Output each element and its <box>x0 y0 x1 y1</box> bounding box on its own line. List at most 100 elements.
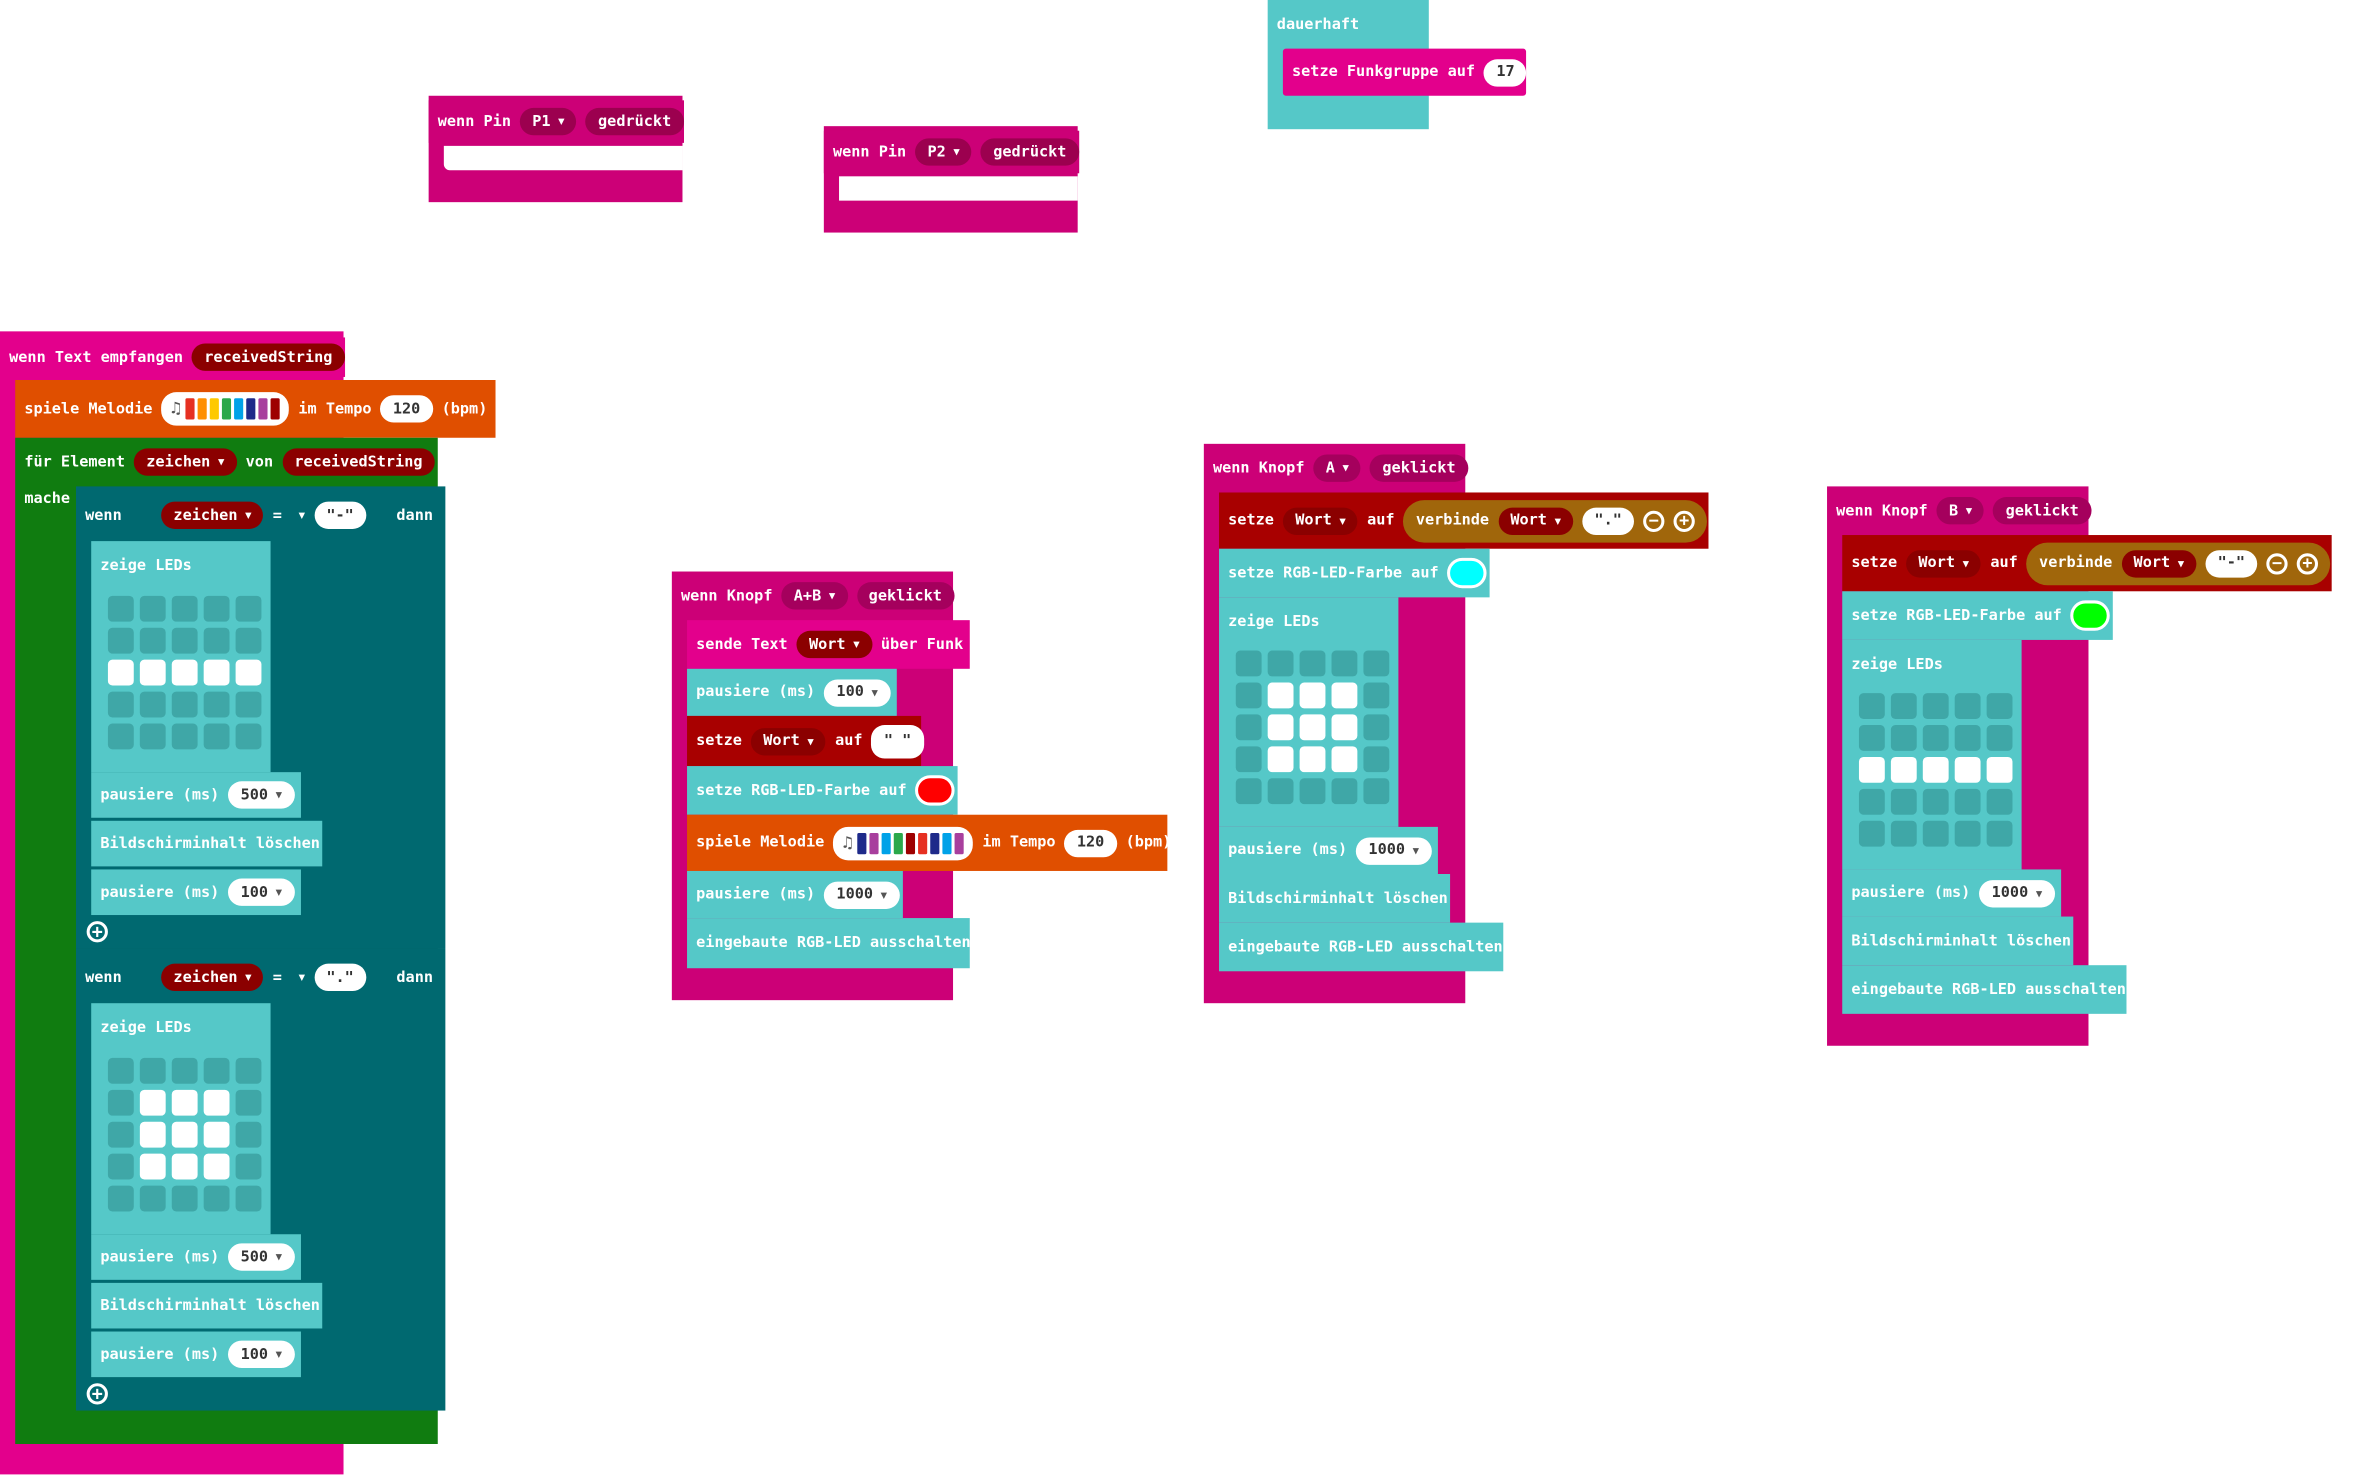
add-else-icon[interactable]: + <box>86 1383 108 1405</box>
led-off[interactable] <box>107 1089 134 1116</box>
play-melody-block[interactable]: spiele Melodie ♫ im Tempo 120 (bpm) <box>687 814 1171 871</box>
led-off[interactable] <box>203 595 230 622</box>
led-on[interactable] <box>1299 714 1326 741</box>
led-off[interactable] <box>1890 820 1917 847</box>
minus-icon[interactable]: − <box>2266 552 2288 574</box>
if-dash-value[interactable]: "-" <box>314 501 366 529</box>
led-off[interactable] <box>1235 778 1262 805</box>
led-on[interactable] <box>107 659 134 686</box>
button-ab-clicked[interactable]: geklickt <box>856 582 955 610</box>
empty-string-value[interactable]: " " <box>871 724 924 758</box>
led-on[interactable] <box>1331 682 1358 709</box>
led-off[interactable] <box>1858 693 1885 719</box>
led-on[interactable] <box>235 659 262 686</box>
led-off[interactable] <box>1986 788 2013 815</box>
led-off[interactable] <box>171 1057 198 1084</box>
led-on[interactable] <box>1267 682 1294 709</box>
led-on[interactable] <box>1986 756 2013 783</box>
led-on[interactable] <box>171 1121 198 1148</box>
led-off[interactable] <box>1890 725 1917 751</box>
led-off[interactable] <box>1299 778 1326 805</box>
led-off[interactable] <box>1235 682 1262 709</box>
led-off[interactable] <box>139 723 166 750</box>
join-block[interactable]: verbinde Wort ▼ "-" − + <box>2026 541 2331 585</box>
led-grid-b[interactable] <box>1858 693 2013 847</box>
word-var-dropdown[interactable]: Wort ▼ <box>751 727 827 755</box>
led-off[interactable] <box>235 1057 262 1084</box>
led-on[interactable] <box>171 659 198 686</box>
led-off[interactable] <box>1986 725 2013 751</box>
received-string-var[interactable]: receivedString <box>192 343 345 371</box>
led-on[interactable] <box>1299 746 1326 773</box>
pin-p1-dropdown[interactable]: P1 ▼ <box>520 107 577 136</box>
led-off[interactable] <box>139 1185 166 1212</box>
pause-dropdown[interactable]: 500 ▼ <box>228 781 295 809</box>
rgb-off-block[interactable]: eingebaute RGB-LED ausschalten <box>687 918 971 969</box>
pause-dropdown[interactable]: 1000 ▼ <box>1356 836 1432 865</box>
led-off[interactable] <box>171 723 198 750</box>
clear-screen-block[interactable]: Bildschirminhalt löschen <box>91 1282 323 1329</box>
led-off[interactable] <box>203 691 230 718</box>
led-on[interactable] <box>1299 682 1326 709</box>
color-swatch-green[interactable] <box>2070 600 2111 631</box>
word-var-dropdown[interactable]: Wort ▼ <box>1906 549 1982 577</box>
rgb-off-block[interactable]: eingebaute RGB-LED ausschalten <box>1842 965 2127 1014</box>
plus-icon[interactable]: + <box>2296 552 2319 574</box>
led-on[interactable] <box>139 659 166 686</box>
led-on[interactable] <box>1331 746 1358 773</box>
led-off[interactable] <box>1299 650 1326 677</box>
join-block[interactable]: verbinde Wort ▼ "." − + <box>1403 499 1708 542</box>
radio-group-value[interactable]: 17 <box>1484 58 1527 86</box>
led-on[interactable] <box>203 1089 230 1116</box>
led-off[interactable] <box>171 595 198 622</box>
play-melody-block[interactable]: spiele Melodie ♫ im Tempo 120 (bpm) <box>15 380 496 438</box>
set-radio-group-block[interactable]: setze Funkgruppe auf 17 <box>1282 48 1527 96</box>
pause-100-block[interactable]: pausiere (ms) 100 ▼ <box>91 1331 301 1378</box>
led-off[interactable] <box>107 1057 134 1084</box>
clear-screen-block[interactable]: Bildschirminhalt löschen <box>1219 874 1451 923</box>
pause-1000-block[interactable]: pausiere (ms) 1000 ▼ <box>1842 869 2062 917</box>
led-off[interactable] <box>139 691 166 718</box>
if-dot-value[interactable]: "." <box>314 963 366 992</box>
led-off[interactable] <box>107 691 134 718</box>
led-on[interactable] <box>1890 756 1917 783</box>
led-off[interactable] <box>1858 820 1885 847</box>
set-word-block[interactable]: setze Wort ▼ auf " " <box>687 715 924 767</box>
color-swatch-red[interactable] <box>915 775 956 806</box>
led-off[interactable] <box>1858 788 1885 815</box>
led-off[interactable] <box>203 723 230 750</box>
led-on[interactable] <box>203 659 230 686</box>
pause-dropdown[interactable]: 1000 ▼ <box>1979 879 2055 907</box>
led-off[interactable] <box>235 1089 262 1116</box>
led-off[interactable] <box>1922 820 1949 847</box>
led-off[interactable] <box>1235 714 1262 741</box>
set-rgb-cyan-block[interactable]: setze RGB-LED-Farbe auf <box>1219 548 1490 598</box>
tempo-value[interactable]: 120 <box>380 395 433 423</box>
pin-p2-dropdown[interactable]: P2 ▼ <box>915 138 972 166</box>
led-off[interactable] <box>1267 778 1294 805</box>
pause-100-block[interactable]: pausiere (ms) 100 ▼ <box>687 668 897 716</box>
minus-icon[interactable]: − <box>1643 509 1665 532</box>
led-on[interactable] <box>1267 746 1294 773</box>
join-var[interactable]: Wort ▼ <box>2121 549 2197 577</box>
rgb-off-block[interactable]: eingebaute RGB-LED ausschalten <box>1219 922 1504 972</box>
clear-screen-block[interactable]: Bildschirminhalt löschen <box>1842 916 2074 966</box>
led-off[interactable] <box>171 691 198 718</box>
led-off[interactable] <box>1890 788 1917 815</box>
led-off[interactable] <box>1890 693 1917 719</box>
led-off[interactable] <box>1363 682 1390 709</box>
if-dot-var[interactable]: zeichen ▼ <box>161 963 264 992</box>
led-off[interactable] <box>235 691 262 718</box>
led-on[interactable] <box>139 1121 166 1148</box>
led-on[interactable] <box>203 1121 230 1148</box>
led-off[interactable] <box>235 723 262 750</box>
add-else-icon[interactable]: + <box>86 921 108 943</box>
pause-1000-block[interactable]: pausiere (ms) 1000 ▼ <box>1219 826 1438 874</box>
led-off[interactable] <box>1235 746 1262 773</box>
led-on[interactable] <box>171 1089 198 1116</box>
led-off[interactable] <box>1331 650 1358 677</box>
led-off[interactable] <box>1331 778 1358 805</box>
set-word-join-block[interactable]: setze Wort ▼ auf verbinde Wort ▼ "-" − + <box>1842 535 2332 592</box>
clear-screen-block[interactable]: Bildschirminhalt löschen <box>91 820 323 867</box>
led-off[interactable] <box>1235 650 1262 677</box>
